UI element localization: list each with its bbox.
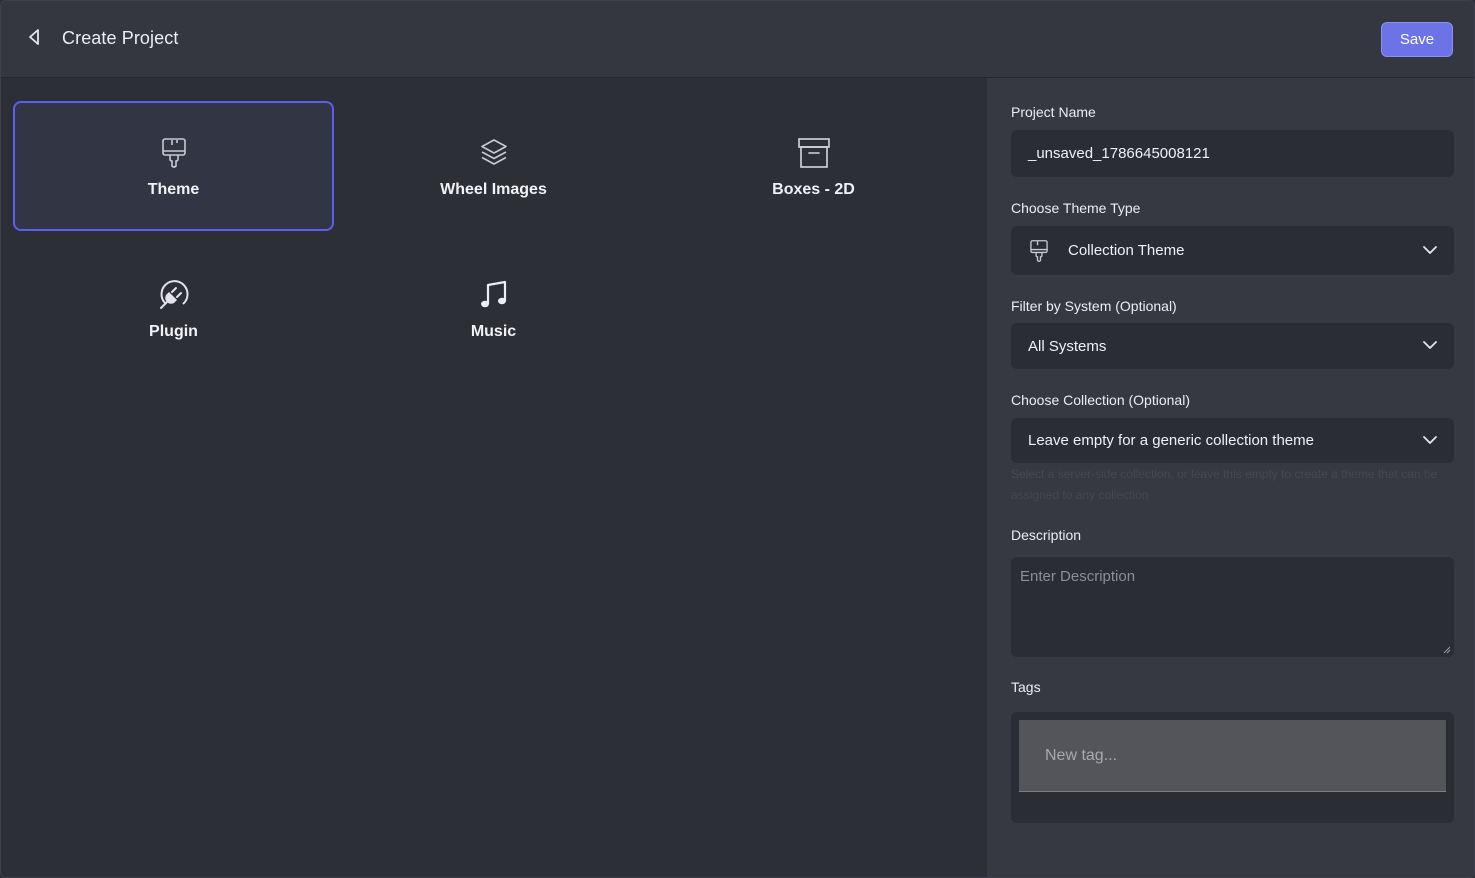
paintbrush-icon xyxy=(1028,239,1050,263)
resize-handle-icon[interactable] xyxy=(1443,646,1451,654)
chevron-down-icon xyxy=(1422,337,1438,355)
collection-hint: Select a server-side collection, or leav… xyxy=(1011,467,1438,502)
back-button[interactable] xyxy=(19,25,49,53)
description-label: Description xyxy=(1011,527,1082,543)
plug-icon xyxy=(157,279,191,311)
new-tag-input[interactable]: New tag... xyxy=(1019,720,1446,792)
description-textarea[interactable]: Enter Description xyxy=(1011,557,1454,657)
chevron-down-icon xyxy=(1422,242,1438,260)
tile-music[interactable]: Music xyxy=(333,243,654,373)
project-type-grid: Theme Wheel Images Boxes - 2D Plugin Mus… xyxy=(1,78,986,877)
system-filter-label: Filter by System (Optional) xyxy=(1011,298,1177,314)
chevron-left-icon xyxy=(27,28,41,51)
project-form-panel: Project Name _unsaved_1786645008121 Choo… xyxy=(986,78,1474,877)
create-project-window: Create Project Save Theme Wheel Images B… xyxy=(0,0,1475,878)
system-filter-select[interactable]: All Systems xyxy=(1011,323,1454,369)
archive-box-icon xyxy=(797,137,831,169)
tile-label: Music xyxy=(470,323,517,340)
tile-boxes-2d[interactable]: Boxes - 2D xyxy=(653,101,974,231)
system-filter-value: All Systems xyxy=(1028,337,1107,355)
tile-label: Boxes - 2D xyxy=(772,181,855,198)
tags-container: New tag... xyxy=(1011,712,1454,823)
theme-type-label: Choose Theme Type xyxy=(1011,200,1141,216)
project-name-value: _unsaved_1786645008121 xyxy=(1028,145,1210,162)
music-note-icon xyxy=(478,279,510,311)
new-tag-placeholder: New tag... xyxy=(1045,747,1118,764)
tile-theme[interactable]: Theme xyxy=(13,101,334,231)
collection-value: Leave empty for a generic collection the… xyxy=(1028,432,1314,449)
tile-label: Plugin xyxy=(149,323,198,340)
theme-type-value: Collection Theme xyxy=(1068,242,1185,259)
tags-label: Tags xyxy=(1011,679,1041,695)
page-title: Create Project xyxy=(62,28,179,48)
tile-label: Theme xyxy=(147,181,200,198)
tile-plugin[interactable]: Plugin xyxy=(13,243,334,373)
collection-label: Choose Collection (Optional) xyxy=(1011,392,1190,408)
collection-select[interactable]: Leave empty for a generic collection the… xyxy=(1011,418,1454,463)
layers-icon xyxy=(479,137,509,169)
chevron-down-icon xyxy=(1422,432,1438,450)
tile-label: Wheel Images xyxy=(440,181,547,198)
project-name-label: Project Name xyxy=(1011,104,1096,120)
header-bar: Create Project Save xyxy=(1,1,1474,78)
theme-type-select[interactable]: Collection Theme xyxy=(1011,226,1454,275)
description-placeholder: Enter Description xyxy=(1020,568,1136,585)
tile-wheel-images[interactable]: Wheel Images xyxy=(333,101,654,231)
paintbrush-icon xyxy=(159,137,189,169)
project-name-input[interactable]: _unsaved_1786645008121 xyxy=(1011,130,1454,177)
save-button[interactable]: Save xyxy=(1381,22,1453,57)
